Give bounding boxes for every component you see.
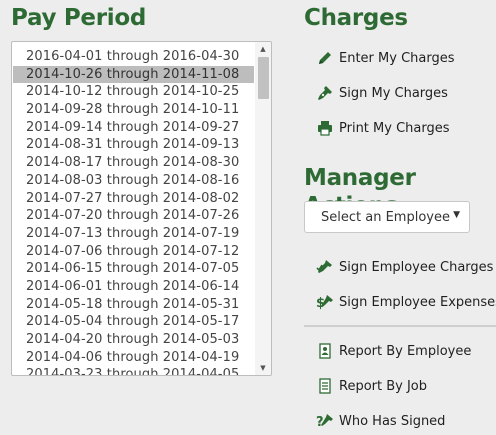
sign-my-charges-link[interactable]: Sign My Charges (316, 83, 448, 103)
pay-period-option[interactable]: 2014-07-13 through 2014-07-19 (13, 225, 254, 243)
pay-period-option[interactable]: 2014-07-06 through 2014-07-12 (13, 243, 254, 261)
pay-period-option[interactable]: 2014-07-27 through 2014-08-02 (13, 190, 254, 208)
employee-select[interactable]: Select an Employee ▼ (304, 201, 470, 233)
scroll-down-arrow-icon[interactable]: ▼ (255, 361, 271, 375)
question-sign-icon: ? (316, 412, 334, 430)
person-document-icon (316, 342, 334, 360)
pay-period-option[interactable]: 2014-08-17 through 2014-08-30 (13, 154, 254, 172)
pay-period-option[interactable]: 2014-06-01 through 2014-06-14 (13, 278, 254, 296)
pay-period-option[interactable]: 2014-08-31 through 2014-09-13 (13, 136, 254, 154)
pay-period-option[interactable]: 2014-10-12 through 2014-10-25 (13, 83, 254, 101)
list-document-icon (316, 377, 334, 395)
sign-employee-expenses-link[interactable]: $ Sign Employee Expenses (316, 292, 496, 312)
pay-period-option[interactable]: 2014-07-20 through 2014-07-26 (13, 207, 254, 225)
caret-down-icon: ▼ (453, 210, 460, 220)
report-by-employee-label: Report By Employee (339, 343, 472, 359)
pay-period-option[interactable]: 2014-04-06 through 2014-04-19 (13, 349, 254, 367)
pay-period-option[interactable]: 2014-06-15 through 2014-07-05 (13, 260, 254, 278)
pay-period-option[interactable]: 2014-05-18 through 2014-05-31 (13, 296, 254, 314)
dollar-sign-icon: $ (316, 293, 334, 311)
pay-period-option[interactable]: 2016-04-01 through 2016-04-30 (13, 48, 254, 66)
report-by-employee-link[interactable]: Report By Employee (316, 341, 471, 361)
pay-period-list[interactable]: 2016-04-01 through 2016-04-30 2014-10-26 … (11, 41, 272, 376)
pay-period-option[interactable]: 2014-09-14 through 2014-09-27 (13, 119, 254, 137)
who-has-signed-link[interactable]: ? Who Has Signed (316, 411, 445, 431)
enter-my-charges-link[interactable]: Enter My Charges (316, 48, 455, 68)
who-has-signed-label: Who Has Signed (339, 413, 446, 429)
pay-period-option[interactable]: 2014-10-26 through 2014-11-08 (13, 65, 254, 84)
print-my-charges-link[interactable]: Print My Charges (316, 118, 450, 138)
sign-employee-charges-label: Sign Employee Charges (339, 259, 494, 275)
pay-period-option[interactable]: 2014-05-04 through 2014-05-17 (13, 313, 254, 331)
printer-icon (316, 119, 334, 137)
pay-period-option[interactable]: 2014-08-03 through 2014-08-16 (13, 172, 254, 190)
pencil-icon (316, 49, 334, 67)
scrollbar-thumb[interactable] (258, 57, 269, 99)
pay-period-items[interactable]: 2016-04-01 through 2016-04-30 2014-10-26 … (12, 48, 254, 375)
report-by-job-link[interactable]: Report By Job (316, 376, 427, 396)
sign-employee-expenses-label: Sign Employee Expenses (339, 294, 496, 310)
enter-my-charges-label: Enter My Charges (339, 50, 455, 66)
print-my-charges-label: Print My Charges (339, 120, 450, 136)
sign-my-charges-label: Sign My Charges (339, 85, 448, 101)
svg-text:?: ? (316, 415, 324, 429)
pay-period-option[interactable]: 2014-04-20 through 2014-05-03 (13, 331, 254, 349)
scroll-up-arrow-icon[interactable]: ▲ (255, 42, 271, 56)
sign-employee-charges-link[interactable]: Sign Employee Charges (316, 257, 493, 277)
charges-title: Charges (304, 5, 408, 31)
employee-select-value: Select an Employee (321, 210, 450, 225)
pay-period-option[interactable]: 2014-03-23 through 2014-04-05 (13, 366, 254, 375)
signed-check-icon (316, 258, 334, 276)
pen-nib-icon (316, 84, 334, 102)
pay-period-option[interactable]: 2014-09-28 through 2014-10-11 (13, 101, 254, 119)
section-divider (304, 325, 496, 327)
list-scrollbar[interactable]: ▲ ▼ (255, 42, 271, 375)
report-by-job-label: Report By Job (339, 378, 428, 394)
pay-period-title: Pay Period (11, 5, 147, 31)
